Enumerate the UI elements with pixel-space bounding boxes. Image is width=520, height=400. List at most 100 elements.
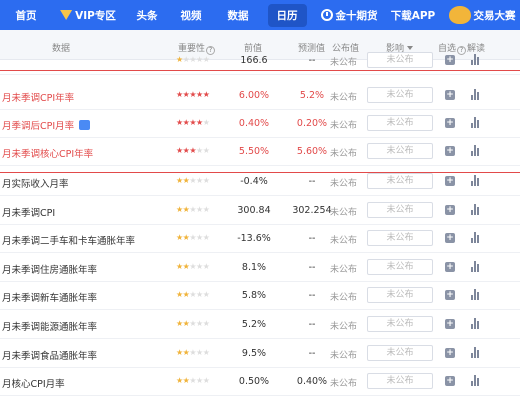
add-to-watchlist-button[interactable]: + (445, 205, 455, 215)
row-indicator-name[interactable]: 月未季调住房通胀年率 (2, 262, 97, 276)
star-icon: ★ (176, 55, 183, 64)
row-indicator-name[interactable]: 月未季调CPI年率 (2, 90, 74, 104)
star-icon: ★ (196, 146, 203, 155)
nav-item-pill: 下载APP (391, 8, 436, 23)
nav-item-8[interactable]: 交易大赛 (444, 0, 520, 30)
nav-item-label: VIP专区 (75, 9, 116, 22)
nav-item-2[interactable]: 头条 (130, 0, 164, 30)
row-indicator-name[interactable]: 月未季调核心CPI年率 (2, 146, 93, 160)
bar-chart-icon[interactable] (471, 89, 481, 100)
bar-chart-icon[interactable] (471, 375, 481, 386)
published-value: 未公布 (330, 379, 358, 389)
forecast-value: -- (308, 290, 316, 301)
add-to-watchlist-button[interactable]: + (445, 118, 455, 128)
row-indicator-name[interactable]: 月未季调能源通胀年率 (2, 319, 97, 333)
forecast-value: -- (308, 319, 316, 330)
add-to-watchlist-button[interactable]: + (445, 348, 455, 358)
previous-value: 6.00% (238, 90, 270, 101)
published-value: 未公布 (330, 293, 358, 303)
add-to-watchlist-button[interactable]: + (445, 176, 455, 186)
add-to-watchlist-button[interactable]: + (445, 376, 455, 386)
impact-box: 未公布 (367, 345, 433, 361)
add-to-watchlist-button[interactable]: + (445, 55, 455, 65)
highlight-bottom-line (0, 172, 520, 173)
nav-item-label: 视频 (180, 9, 202, 22)
row-indicator-name[interactable]: 月季调后CPI月率 (2, 118, 91, 132)
nav-item-6[interactable]: 金十期货 (312, 0, 386, 30)
row-indicator-name[interactable]: 月未季调食品通胀年率 (2, 348, 97, 362)
bar-chart-icon[interactable] (471, 175, 481, 186)
previous-value: 5.50% (238, 146, 270, 157)
bar-chart-icon[interactable] (471, 145, 481, 156)
futures-icon (320, 9, 333, 21)
row-indicator-name[interactable]: 月实际收入月率 (2, 176, 69, 190)
nav-item-pill: 头条 (137, 8, 158, 23)
bar-chart-icon[interactable] (471, 204, 481, 215)
star-icon: ★ (202, 176, 210, 185)
add-to-watchlist-button[interactable]: + (445, 290, 455, 300)
add-to-watchlist-button[interactable]: + (445, 233, 455, 243)
star-icon: ★ (189, 233, 197, 242)
add-to-watchlist-button[interactable]: + (445, 319, 455, 329)
forecast-value: -- (308, 176, 316, 187)
bar-chart-icon[interactable] (471, 318, 481, 329)
star-icon: ★ (202, 118, 210, 127)
row-indicator-label: 月未季调CPI年率 (2, 93, 75, 104)
image-badge-icon[interactable] (79, 120, 91, 130)
previous-value: -0.4% (240, 176, 268, 187)
previous-value: 166.6 (240, 55, 268, 66)
forecast-value: -- (308, 233, 316, 244)
row-indicator-label: 月核心CPI月率 (2, 379, 65, 390)
star-icon: ★ (189, 262, 197, 271)
importance-stars: ★★★★★ (176, 233, 210, 242)
forecast-value: 0.40% (296, 376, 328, 387)
bar-chart-icon[interactable] (471, 347, 481, 358)
highlight-top-line (0, 70, 520, 71)
star-icon: ★ (176, 290, 183, 299)
forecast-value: 302.254 (292, 205, 332, 216)
row-indicator-name[interactable]: 月未季调新车通胀年率 (2, 290, 97, 304)
bar-chart-icon[interactable] (471, 261, 481, 272)
nav-item-3[interactable]: 视频 (170, 0, 212, 30)
star-icon: ★ (196, 376, 203, 385)
add-to-watchlist-button[interactable]: + (445, 146, 455, 156)
star-icon: ★ (176, 319, 183, 328)
bar-chart-icon[interactable] (471, 232, 481, 243)
add-to-watchlist-button[interactable]: + (445, 90, 455, 100)
star-icon: ★ (202, 90, 210, 99)
importance-stars: ★★★★★ (176, 176, 210, 185)
star-icon: ★ (196, 205, 203, 214)
row-indicator-label: 月实际收入月率 (2, 179, 69, 190)
published-value: 未公布 (330, 179, 358, 189)
bar-chart-icon[interactable] (471, 289, 481, 300)
previous-value: 5.2% (241, 319, 267, 330)
table-row: 月未季调CPI年率 ★★★★★ 6.00% 5.2% 未公布 未公布 + (0, 82, 520, 110)
row-indicator-name[interactable]: 月未季调CPI (2, 205, 55, 219)
row-indicator-label: 月未季调二手车和卡车通胀年率 (2, 236, 136, 247)
star-icon: ★ (202, 55, 210, 64)
previous-value: -13.6% (237, 233, 271, 244)
nav-item-4[interactable]: 数据 (218, 0, 258, 30)
nav-item-1[interactable]: VIP专区 (56, 0, 120, 30)
star-icon: ★ (202, 205, 210, 214)
row-indicator-name[interactable]: 月核心CPI月率 (2, 376, 65, 390)
nav-item-0[interactable]: 首页 (6, 0, 46, 30)
add-to-watchlist-button[interactable]: + (445, 262, 455, 272)
star-icon: ★ (202, 233, 210, 242)
impact-box: 未公布 (367, 52, 433, 68)
star-icon: ★ (189, 118, 197, 127)
nav-item-5[interactable]: 日历 (262, 0, 312, 30)
row-indicator-name[interactable]: 月未季调二手车和卡车通胀年率 (2, 233, 135, 247)
nav-item-label: 交易大赛 (473, 9, 516, 22)
row-indicator-label: 月季调后CPI月率 (2, 121, 75, 132)
published-value: 未公布 (330, 58, 358, 68)
nav-item-7[interactable]: 下载APP (384, 0, 442, 30)
bar-chart-icon[interactable] (471, 117, 481, 128)
published-value: 未公布 (330, 351, 358, 361)
importance-stars: ★★★★★ (176, 146, 210, 155)
bar-chart-icon[interactable] (471, 54, 481, 65)
star-icon: ★ (189, 319, 197, 328)
forecast-value: -- (308, 55, 316, 66)
published-value: 未公布 (330, 121, 358, 131)
star-icon: ★ (196, 319, 203, 328)
